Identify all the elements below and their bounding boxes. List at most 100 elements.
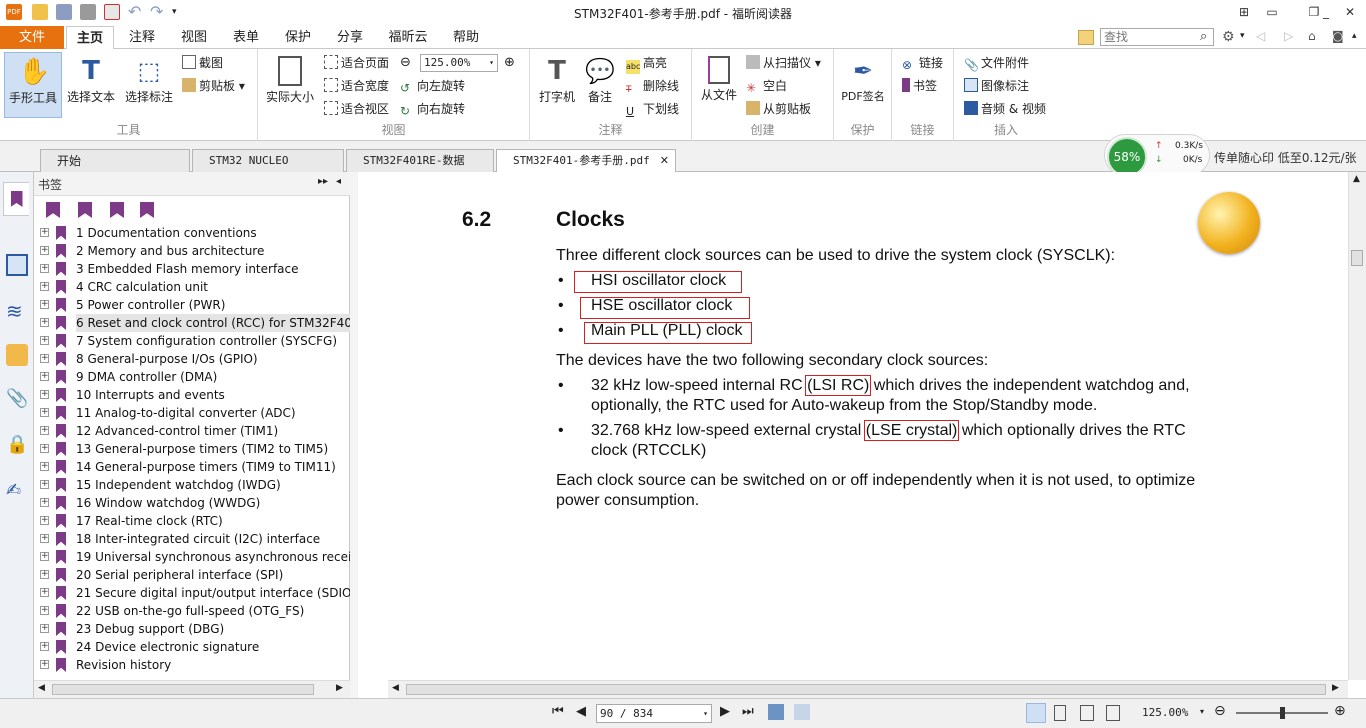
bookmark-item[interactable]: +8 General-purpose I/Os (GPIO) <box>34 350 350 368</box>
expand-icon[interactable]: + <box>40 462 49 471</box>
single-page-icon[interactable] <box>1026 703 1046 723</box>
tab-doc-refmanual[interactable]: STM32F401-参考手册.pdf ✕ <box>496 149 676 173</box>
scroll-thumb[interactable] <box>1351 250 1363 266</box>
bookmark-item[interactable]: +24 Device electronic signature <box>34 638 350 656</box>
next-page-icon[interactable]: ▶ <box>720 704 730 719</box>
expand-icon[interactable]: + <box>40 408 49 417</box>
page-number-input[interactable]: 90 / 834 ▾ <box>596 704 712 723</box>
attachments-panel-icon[interactable]: 📎 <box>6 388 28 410</box>
bookmark-item[interactable]: +20 Serial peripheral interface (SPI) <box>34 566 350 584</box>
find-icon[interactable] <box>1078 30 1094 45</box>
expand-icon[interactable]: + <box>40 444 49 453</box>
screenshot-button[interactable]: 截图 <box>182 53 223 73</box>
bookmark-item[interactable]: +5 Power controller (PWR) <box>34 296 350 314</box>
bookmark-item[interactable]: +15 Independent watchdog (IWDG) <box>34 476 350 494</box>
file-menu[interactable]: 文件 <box>0 26 64 49</box>
expand-icon[interactable]: + <box>40 588 49 597</box>
zoom-slider-handle[interactable] <box>1280 707 1285 719</box>
bookmark-horizontal-scrollbar[interactable]: ◀ ▶ <box>34 680 350 698</box>
expand-icon[interactable]: + <box>40 624 49 633</box>
expand-bookmark-icon[interactable] <box>140 202 154 218</box>
expand-icon[interactable]: + <box>40 318 49 327</box>
expand-panel-icon[interactable]: ▸▸ <box>318 176 328 187</box>
scroll-thumb[interactable] <box>406 684 1326 695</box>
clipboard-button[interactable]: 剪贴板 ▾ <box>182 76 245 96</box>
continuous-page-icon[interactable] <box>1054 705 1066 721</box>
tab-doc-nucleo[interactable]: STM32 NUCLEO board... <box>192 149 344 189</box>
bookmark-item[interactable]: +4 CRC calculation unit <box>34 278 350 296</box>
bookmark-item[interactable]: +16 Window watchdog (WWDG) <box>34 494 350 512</box>
tab-foxit-cloud[interactable]: 福昕云 <box>380 26 436 49</box>
bookmark-item[interactable]: +1 Documentation conventions <box>34 224 350 242</box>
annotation-box-lsi[interactable]: (LSI RC) <box>805 375 872 396</box>
bookmark-item[interactable]: +23 Debug support (DBG) <box>34 620 350 638</box>
chevron-down-icon[interactable]: ▾ <box>1200 707 1204 716</box>
expand-icon[interactable]: + <box>40 570 49 579</box>
expand-icon[interactable]: + <box>40 264 49 273</box>
network-widget[interactable]: 58% ↑ 0.3K/s ↓ 0K/s <box>1104 134 1210 177</box>
close-button[interactable]: ✕ <box>1338 2 1362 22</box>
move-bookmark-icon[interactable] <box>110 202 124 218</box>
restore-layout-icon[interactable]: ⊞ <box>1232 2 1256 22</box>
facing-page-icon[interactable] <box>1080 705 1094 721</box>
collapse-panel-icon[interactable]: ◂ <box>336 176 341 187</box>
from-scanner-button[interactable]: 从扫描仪 ▾ <box>746 53 821 73</box>
bookmark-item[interactable]: +10 Interrupts and events <box>34 386 350 404</box>
zoom-select[interactable]: 125.00% ▾ <box>420 54 498 72</box>
underline-button[interactable]: U 下划线 <box>626 99 679 119</box>
hand-tool-button[interactable]: ✋ 手形工具 <box>4 52 62 118</box>
signature-panel-icon[interactable]: ✍ <box>6 480 28 502</box>
from-clipboard-button[interactable]: 从剪贴板 <box>746 99 811 119</box>
user-icon[interactable]: ◙ <box>1332 29 1344 43</box>
expand-icon[interactable]: + <box>40 480 49 489</box>
tab-start[interactable]: 开始 <box>40 149 190 172</box>
audio-video-button[interactable]: 音频 & 视频 <box>964 99 1046 119</box>
home-icon[interactable]: ⌂ <box>1308 29 1316 43</box>
tab-form[interactable]: 表单 <box>222 26 270 49</box>
bookmark-item[interactable]: +7 System configuration controller (SYSC… <box>34 332 350 350</box>
delete-bookmark-icon[interactable] <box>46 202 60 218</box>
bookmark-item[interactable]: +22 USB on-the-go full-speed (OTG_FS) <box>34 602 350 620</box>
expand-icon[interactable]: + <box>40 498 49 507</box>
note-button[interactable]: 💬 备注 <box>580 52 620 118</box>
zoom-in-icon[interactable]: ⊕ <box>1334 703 1346 719</box>
tab-home[interactable]: 主页 <box>66 26 114 50</box>
typewriter-button[interactable]: T 打字机 <box>534 52 580 118</box>
document-vertical-scrollbar[interactable]: ▲ <box>1348 172 1366 680</box>
tab-share[interactable]: 分享 <box>326 26 374 49</box>
expand-icon[interactable]: + <box>40 516 49 525</box>
blank-button[interactable]: ✳ 空白 <box>746 76 787 96</box>
tab-comment[interactable]: 注释 <box>118 26 166 49</box>
expand-icon[interactable]: + <box>40 228 49 237</box>
from-file-button[interactable]: 从文件 <box>696 52 742 118</box>
next-view-icon[interactable] <box>794 704 810 720</box>
expand-icon[interactable]: + <box>40 372 49 381</box>
expand-icon[interactable]: + <box>40 642 49 651</box>
ad-banner[interactable]: 传单随心印 低至0.12元/张 <box>1214 149 1357 166</box>
bookmarks-panel-icon[interactable] <box>3 182 29 216</box>
rotate-left-button[interactable]: ↺ 向左旋转 <box>400 76 465 96</box>
collapse-ribbon-icon[interactable]: ▴ <box>1352 31 1357 41</box>
expand-icon[interactable]: + <box>40 552 49 561</box>
scroll-right-icon[interactable]: ▶ <box>336 683 343 693</box>
last-page-icon[interactable]: ⏭ <box>742 704 754 719</box>
document-horizontal-scrollbar[interactable]: ◀ ▶ <box>388 680 1348 698</box>
expand-icon[interactable]: + <box>40 336 49 345</box>
first-page-icon[interactable]: ⏮ <box>552 704 564 719</box>
zoom-out-icon[interactable]: ⊖ <box>1214 703 1226 719</box>
search-input[interactable] <box>1100 28 1214 46</box>
continuous-facing-icon[interactable] <box>1106 705 1120 721</box>
fit-visible-button[interactable]: 适合视区 <box>324 99 389 119</box>
security-lock-icon[interactable]: 🔒 <box>6 434 28 456</box>
bookmark-item[interactable]: +3 Embedded Flash memory interface <box>34 260 350 278</box>
highlight-button[interactable]: abc 高亮 <box>626 53 667 74</box>
expand-icon[interactable]: + <box>40 606 49 615</box>
add-bookmark-icon[interactable] <box>78 202 92 218</box>
bookmark-item[interactable]: +17 Real-time clock (RTC) <box>34 512 350 530</box>
expand-icon[interactable]: + <box>40 534 49 543</box>
bookmark-item[interactable]: +9 DMA controller (DMA) <box>34 368 350 386</box>
scroll-thumb[interactable] <box>52 684 314 695</box>
tab-view[interactable]: 视图 <box>170 26 218 49</box>
strikeout-button[interactable]: T 删除线 <box>626 76 679 96</box>
fit-width-button[interactable]: 适合宽度 <box>324 76 389 96</box>
